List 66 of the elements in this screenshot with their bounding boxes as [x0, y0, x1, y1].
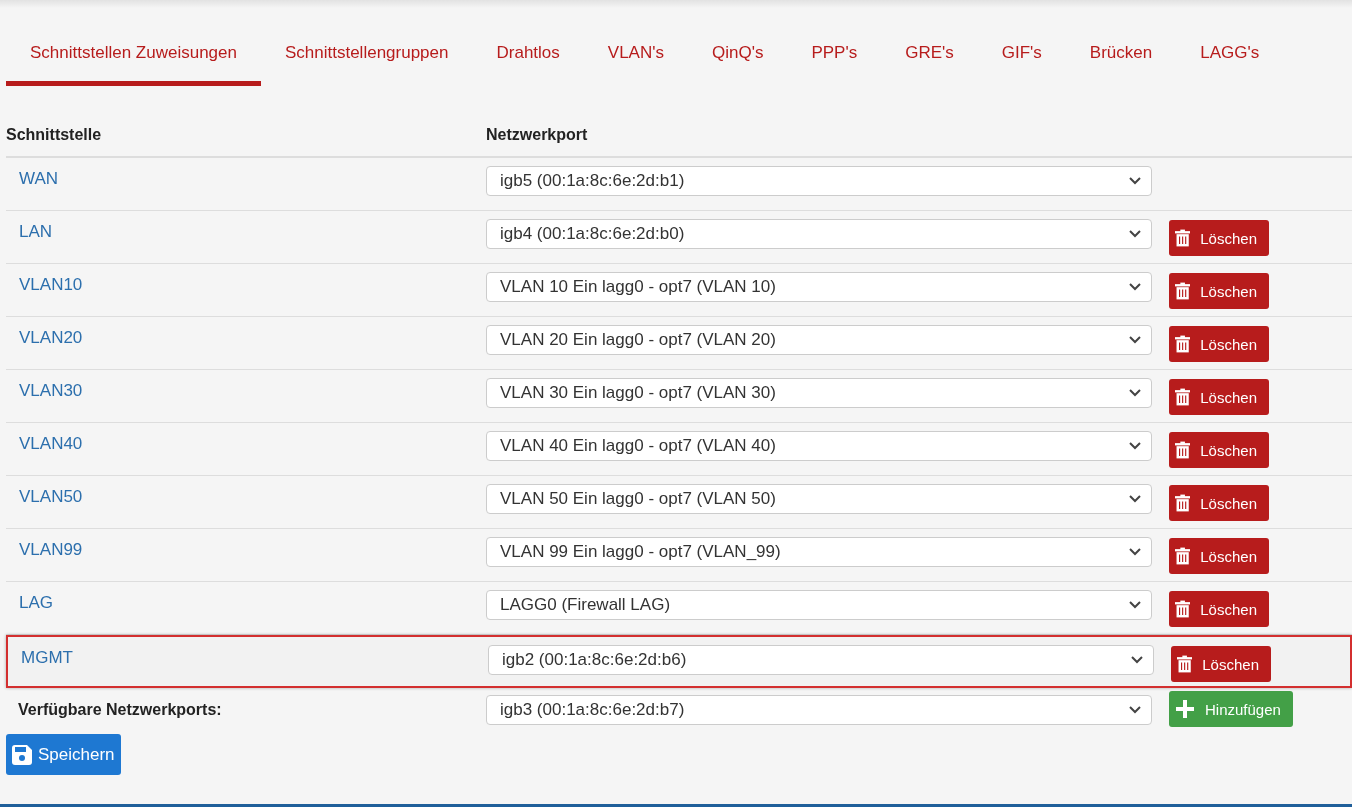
chevron-down-icon [1129, 601, 1141, 609]
trash-icon [1175, 598, 1191, 620]
nav-tab[interactable]: Brücken [1065, 33, 1177, 86]
delete-button[interactable]: Löschen [1169, 591, 1269, 627]
delete-button[interactable]: Löschen [1169, 379, 1269, 415]
interface-link[interactable]: VLAN40 [18, 431, 84, 454]
chevron-down-icon [1129, 283, 1141, 291]
nav-tab[interactable]: QinQ's [687, 33, 788, 86]
nav-tab[interactable]: GIF's [977, 33, 1066, 86]
chevron-down-icon [1129, 548, 1141, 556]
available-ports-label: Verfügbare Netzwerkports: [18, 701, 222, 719]
interface-link[interactable]: VLAN99 [18, 537, 84, 560]
save-button[interactable]: Speichern [6, 734, 121, 775]
port-select[interactable]: LAGG0 (Firewall LAG) [486, 590, 1152, 620]
interface-link[interactable]: MGMT [20, 645, 74, 668]
port-select[interactable]: igb2 (00:1a:8c:6e:2d:b6) [488, 645, 1154, 675]
port-select[interactable]: VLAN 40 Ein lagg0 - opt7 (VLAN 40) [486, 431, 1152, 461]
nav-tab[interactable]: LAGG's [1176, 33, 1284, 86]
nav-tab[interactable]: GRE's [881, 33, 978, 86]
trash-icon [1175, 280, 1191, 302]
delete-button[interactable]: Löschen [1169, 485, 1269, 521]
interface-link[interactable]: VLAN30 [18, 378, 84, 401]
interface-link[interactable]: LAG [18, 590, 55, 613]
plus-icon [1175, 699, 1195, 719]
port-select[interactable]: VLAN 50 Ein lagg0 - opt7 (VLAN 50) [486, 484, 1152, 514]
nav-tab[interactable]: Drahtlos [472, 33, 584, 86]
add-button[interactable]: Hinzufügen [1169, 691, 1293, 727]
port-select[interactable]: VLAN 99 Ein lagg0 - opt7 (VLAN_99) [486, 537, 1152, 567]
interface-link[interactable]: VLAN50 [18, 484, 84, 507]
column-header: Schnittstelle [6, 126, 103, 144]
interface-link[interactable]: VLAN20 [18, 325, 84, 348]
trash-icon [1175, 492, 1191, 514]
chevron-down-icon [1129, 706, 1141, 714]
delete-button[interactable]: Löschen [1171, 646, 1271, 682]
trash-icon [1175, 439, 1191, 461]
delete-button[interactable]: Löschen [1169, 220, 1269, 256]
chevron-down-icon [1129, 177, 1141, 185]
chevron-down-icon [1129, 389, 1141, 397]
port-select[interactable]: VLAN 10 Ein lagg0 - opt7 (VLAN 10) [486, 272, 1152, 302]
chevron-down-icon [1129, 336, 1141, 344]
trash-icon [1175, 386, 1191, 408]
port-select[interactable]: igb5 (00:1a:8c:6e:2d:b1) [486, 166, 1152, 196]
delete-button[interactable]: Löschen [1169, 432, 1269, 468]
interface-link[interactable]: VLAN10 [18, 272, 84, 295]
interface-link[interactable]: LAN [18, 219, 54, 242]
interface-link[interactable]: WAN [18, 166, 60, 189]
chevron-down-icon [1129, 230, 1141, 238]
nav-tab[interactable]: Schnittstellengruppen [260, 33, 473, 86]
delete-button[interactable]: Löschen [1169, 538, 1269, 574]
port-select[interactable]: igb4 (00:1a:8c:6e:2d:b0) [486, 219, 1152, 249]
chevron-down-icon [1129, 495, 1141, 503]
trash-icon [1175, 333, 1191, 355]
chevron-down-icon [1129, 442, 1141, 450]
chevron-down-icon [1131, 656, 1143, 664]
port-select[interactable]: igb3 (00:1a:8c:6e:2d:b7) [486, 695, 1152, 725]
port-select[interactable]: VLAN 20 Ein lagg0 - opt7 (VLAN 20) [486, 325, 1152, 355]
delete-button[interactable]: Löschen [1169, 326, 1269, 362]
nav-tab[interactable]: Schnittstellen Zuweisungen [6, 33, 261, 86]
nav-tab[interactable]: VLAN's [583, 33, 688, 86]
delete-button[interactable]: Löschen [1169, 273, 1269, 309]
trash-icon [1175, 227, 1191, 249]
nav-tab[interactable]: PPP's [787, 33, 882, 86]
port-select[interactable]: VLAN 30 Ein lagg0 - opt7 (VLAN 30) [486, 378, 1152, 408]
column-header: Netzwerkport [486, 126, 589, 144]
trash-icon [1175, 545, 1191, 567]
trash-icon [1177, 653, 1193, 675]
